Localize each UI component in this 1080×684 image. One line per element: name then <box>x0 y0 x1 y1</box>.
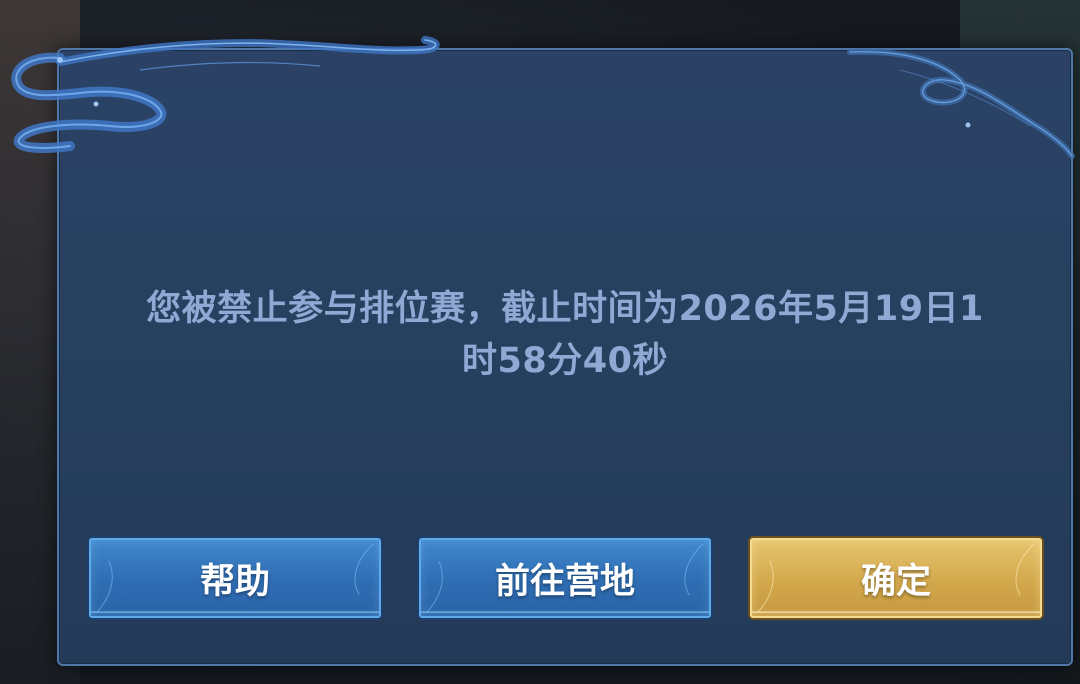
help-button[interactable]: 帮助 <box>89 538 381 618</box>
confirm-button-label: 确定 <box>860 561 931 602</box>
confirm-button[interactable]: 确定 <box>750 538 1042 618</box>
go-to-camp-button-label: 前往营地 <box>494 561 635 602</box>
ban-message-line-2: 时58分40秒 <box>462 341 668 381</box>
go-to-camp-button[interactable]: 前往营地 <box>419 538 711 618</box>
help-button-label: 帮助 <box>199 561 270 602</box>
ban-message-line-1: 您被禁止参与排位赛，截止时间为2026年5月19日1 <box>146 289 984 329</box>
ban-message: 您被禁止参与排位赛，截止时间为2026年5月19日1 时58分40秒 <box>100 283 1030 387</box>
